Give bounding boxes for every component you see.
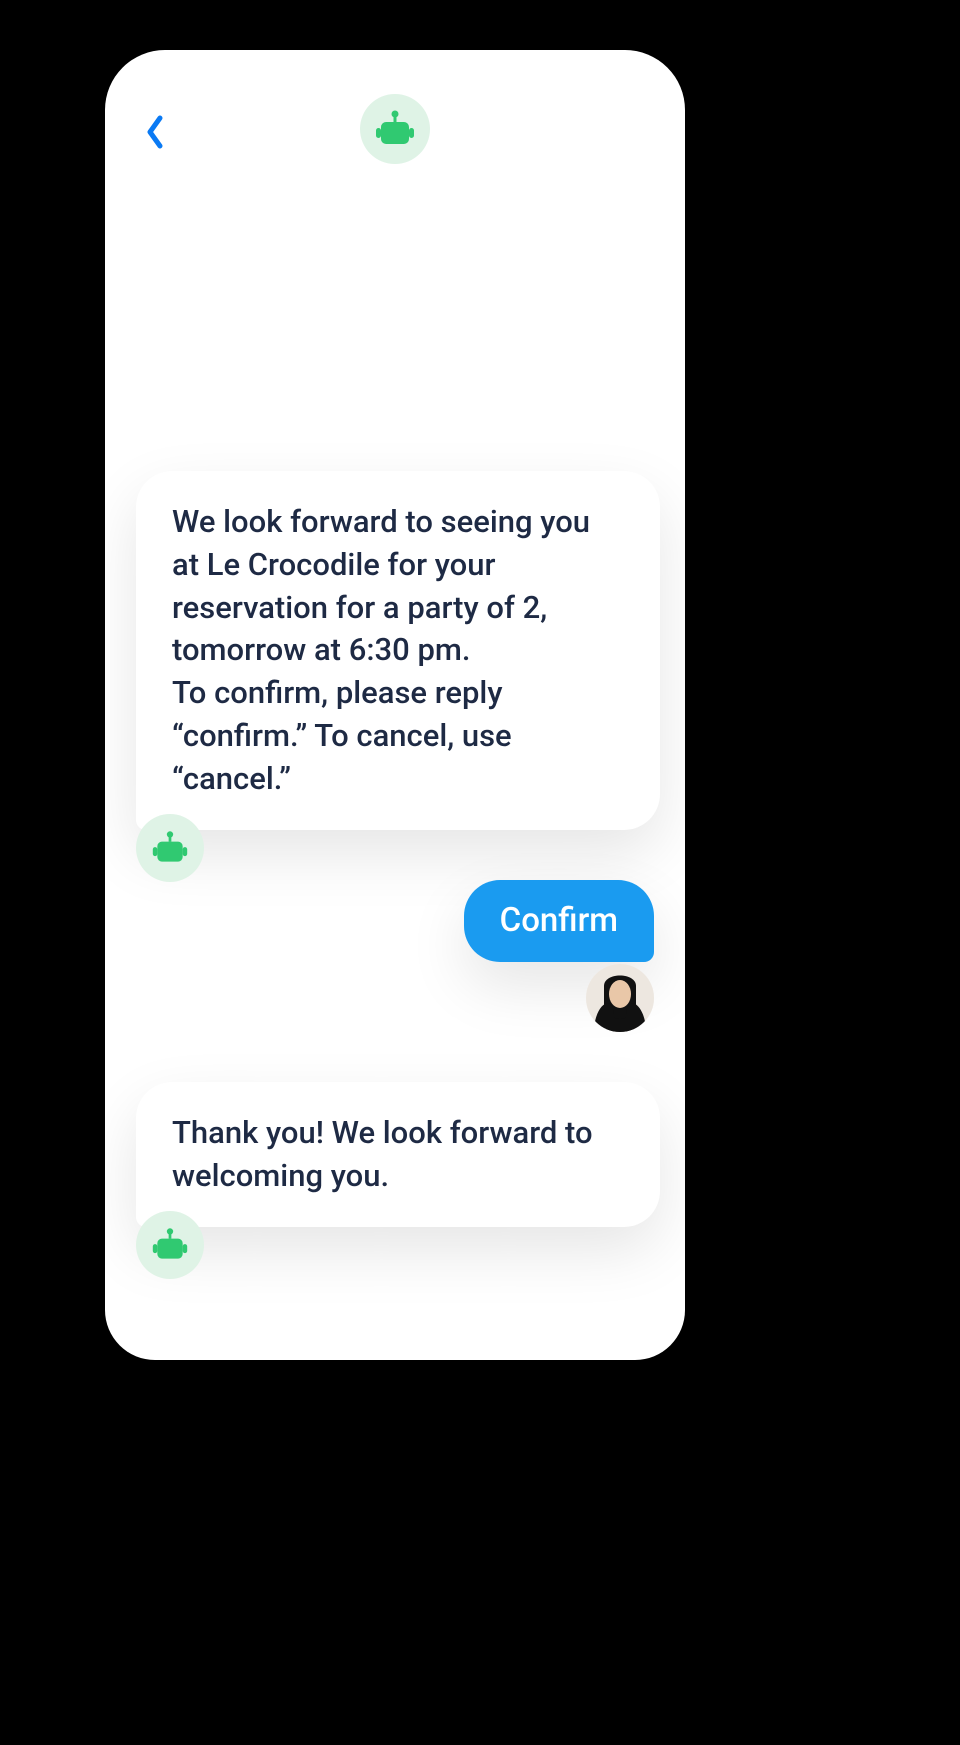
bot-message: Thank you! We look forward to welcoming … (136, 1082, 660, 1228)
bot-message: We look forward to seeing you at Le Croc… (136, 471, 660, 830)
user-message: Confirm (464, 880, 654, 962)
bot-avatar[interactable] (136, 1211, 204, 1279)
message-thread: We look forward to seeing you at Le Croc… (105, 165, 685, 1227)
header-bot-avatar[interactable] (360, 94, 430, 164)
robot-icon (151, 1226, 189, 1264)
phone-frame: We look forward to seeing you at Le Croc… (105, 50, 685, 1360)
avatar-portrait-icon (586, 964, 654, 1032)
bot-avatar[interactable] (136, 814, 204, 882)
bot-message-group: Thank you! We look forward to welcoming … (130, 1082, 660, 1228)
user-message-group: Confirm (130, 880, 660, 962)
chevron-left-icon (145, 115, 165, 149)
user-avatar[interactable] (586, 964, 654, 1032)
chat-header (105, 50, 685, 165)
robot-icon (374, 108, 416, 150)
bot-message-group: We look forward to seeing you at Le Croc… (130, 471, 660, 830)
back-button[interactable] (135, 112, 175, 152)
robot-icon (151, 829, 189, 867)
